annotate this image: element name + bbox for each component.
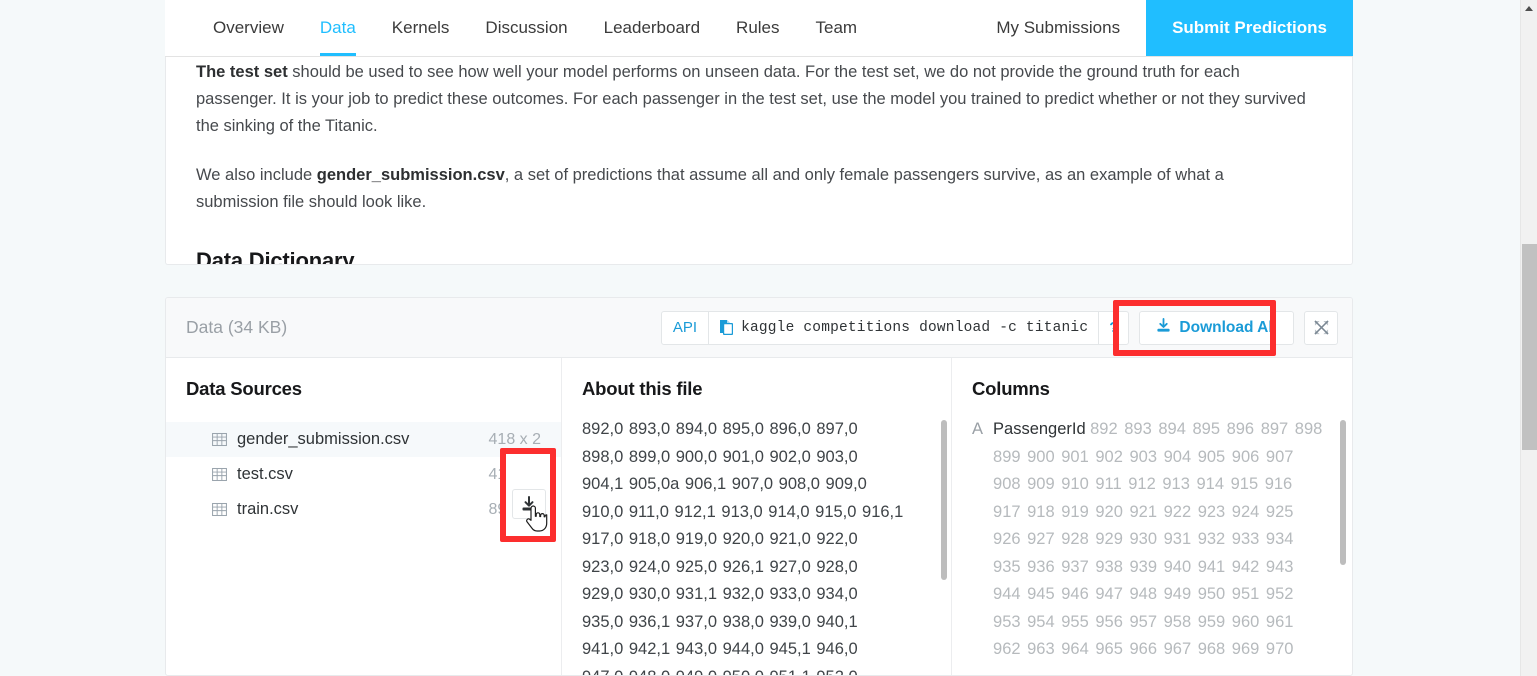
preview-line: 929,0 930,0 931,1 932,0 933,0 934,0: [582, 585, 858, 603]
data-sources-list: gender_submission.csv 418 x 2 test.csv 4…: [166, 422, 561, 527]
tab-data-label: Data: [319, 18, 356, 37]
preview-line: 917,0 918,0 919,0 920,0 921,0 922,0: [582, 530, 858, 548]
row-download-button[interactable]: [512, 489, 546, 519]
expand-icon[interactable]: [1304, 310, 1338, 345]
api-help-label: ?: [1109, 319, 1119, 336]
tab-discussion[interactable]: Discussion: [467, 0, 585, 56]
columns-heading: Columns: [972, 378, 1050, 399]
data-source-name: train.csv: [237, 500, 299, 518]
tab-kernels-label: Kernels: [391, 18, 450, 37]
table-icon: [212, 467, 227, 482]
gender-submission-pre: We also include: [196, 166, 317, 184]
preview-line: 910,0 911,0 912,1 913,0 914,0 915,0 916,…: [582, 502, 904, 521]
test-set-paragraph: The test set should be used to see how w…: [196, 59, 1306, 140]
about-file-preview: 892,0 893,0 894,0 895,0 896,0 897,0 898,…: [562, 416, 951, 676]
preview-line: 935,0 936,1 937,0 938,0 939,0 940,1: [582, 612, 858, 631]
copy-file-icon: [719, 319, 734, 336]
submit-predictions-button[interactable]: Submit Predictions: [1146, 0, 1353, 56]
tab-discussion-label: Discussion: [485, 18, 568, 37]
api-link[interactable]: API: [662, 311, 710, 344]
api-link-label: API: [672, 319, 698, 336]
table-icon: [212, 432, 227, 447]
download-all-label: Download All: [1179, 318, 1277, 336]
competition-nav: Overview Data Kernels Discussion Leaderb…: [165, 0, 1353, 57]
data-viewer-card: Data (34 KB) API kaggle competitions dow…: [165, 297, 1353, 676]
column-values: 892 893 894 895 896 897 898 899 900 901 …: [993, 420, 1323, 658]
column-type-glyph: A: [972, 420, 984, 438]
page-scrollbar[interactable]: [1520, 0, 1537, 676]
page-root: Overview Data Kernels Discussion Leaderb…: [0, 0, 1537, 676]
preview-line: 941,0 942,1 943,0 944,0 945,1 946,0: [582, 640, 858, 658]
columns-scrollbar[interactable]: [1340, 420, 1346, 565]
scroll-up-arrow-icon[interactable]: [1521, 0, 1537, 17]
data-sources-panel: Data Sources gender_submission.csv 418 x…: [166, 358, 562, 675]
download-icon: [522, 496, 536, 511]
tab-rules[interactable]: Rules: [718, 0, 797, 56]
data-size-title: Data (34 KB): [186, 317, 288, 337]
api-help-button[interactable]: ?: [1098, 311, 1128, 344]
api-command-text: kaggle competitions download -c titanic: [741, 319, 1089, 336]
data-source-dims: 418 x 2: [488, 430, 541, 448]
submit-predictions-label: Submit Predictions: [1172, 18, 1327, 37]
tab-rules-label: Rules: [736, 18, 780, 37]
nav-tab-list: Overview Data Kernels Discussion Leaderb…: [165, 0, 875, 56]
download-all-button[interactable]: Download All: [1139, 310, 1294, 345]
tab-overview[interactable]: Overview: [195, 0, 302, 56]
gender-submission-paragraph: We also include gender_submission.csv, a…: [196, 162, 1306, 216]
data-viewer-toolbar: Data (34 KB) API kaggle competitions dow…: [166, 298, 1352, 358]
tab-data[interactable]: Data: [302, 0, 374, 56]
tab-leaderboard[interactable]: Leaderboard: [586, 0, 718, 56]
about-file-panel: About this file 892,0 893,0 894,0 895,0 …: [562, 358, 952, 676]
gender-submission-bold: gender_submission.csv: [316, 166, 505, 184]
data-toolbar-actions: API kaggle competitions download -c tita…: [660, 310, 1338, 345]
data-source-name: test.csv: [237, 465, 293, 483]
preview-line: 923,0 924,0 925,0 926,1 927,0 928,0: [582, 557, 858, 576]
my-submissions-label: My Submissions: [996, 18, 1121, 37]
data-source-row-gender-submission[interactable]: gender_submission.csv 418 x 2: [166, 422, 561, 457]
table-icon: [212, 502, 227, 517]
preview-line: 947,0 948,0 949,0 950,0 951,1 952,0: [582, 664, 925, 676]
data-source-name: gender_submission.csv: [237, 430, 410, 448]
description-card: The test set should be used to see how w…: [165, 57, 1353, 265]
data-viewer-panels: Data Sources gender_submission.csv 418 x…: [166, 358, 1352, 676]
my-submissions-link[interactable]: My Submissions: [970, 0, 1146, 56]
tab-leaderboard-label: Leaderboard: [603, 18, 701, 37]
data-dictionary-heading: Data Dictionary: [196, 248, 355, 265]
api-command-group: API kaggle competitions download -c tita…: [660, 310, 1130, 345]
columns-panel: Columns A PassengerId 892 893 894 895 89…: [952, 358, 1352, 675]
preview-line: 892,0 893,0 894,0 895,0 896,0 897,0: [582, 420, 858, 438]
data-sources-heading: Data Sources: [186, 378, 302, 399]
about-file-heading: About this file: [582, 378, 703, 399]
scrollbar-thumb[interactable]: [1522, 244, 1537, 450]
test-set-text: should be used to see how well your mode…: [196, 63, 1306, 135]
column-name: PassengerId: [993, 420, 1086, 438]
preview-line: 904,1 905,0a 906,1 907,0 908,0 909,0: [582, 475, 867, 493]
columns-list: A PassengerId 892 893 894 895 896 897 89…: [952, 416, 1352, 675]
download-icon: [1156, 317, 1171, 338]
api-command-field[interactable]: kaggle competitions download -c titanic: [709, 312, 1098, 344]
tab-team[interactable]: Team: [798, 0, 876, 56]
nav-actions: My Submissions Submit Predictions: [970, 0, 1353, 56]
about-file-scrollbar[interactable]: [941, 420, 947, 580]
tab-kernels[interactable]: Kernels: [374, 0, 468, 56]
column-entry: PassengerId 892 893 894 895 896 897 898 …: [993, 416, 1326, 675]
data-source-row-test[interactable]: test.csv 418 x 1: [166, 457, 561, 492]
tab-team-label: Team: [815, 18, 858, 37]
test-set-bold: The test set: [196, 63, 288, 81]
data-source-row-train[interactable]: train.csv 891 x 1: [166, 492, 561, 527]
preview-line: 898,0 899,0 900,0 901,0 902,0 903,0: [582, 447, 858, 466]
tab-overview-label: Overview: [213, 18, 284, 37]
